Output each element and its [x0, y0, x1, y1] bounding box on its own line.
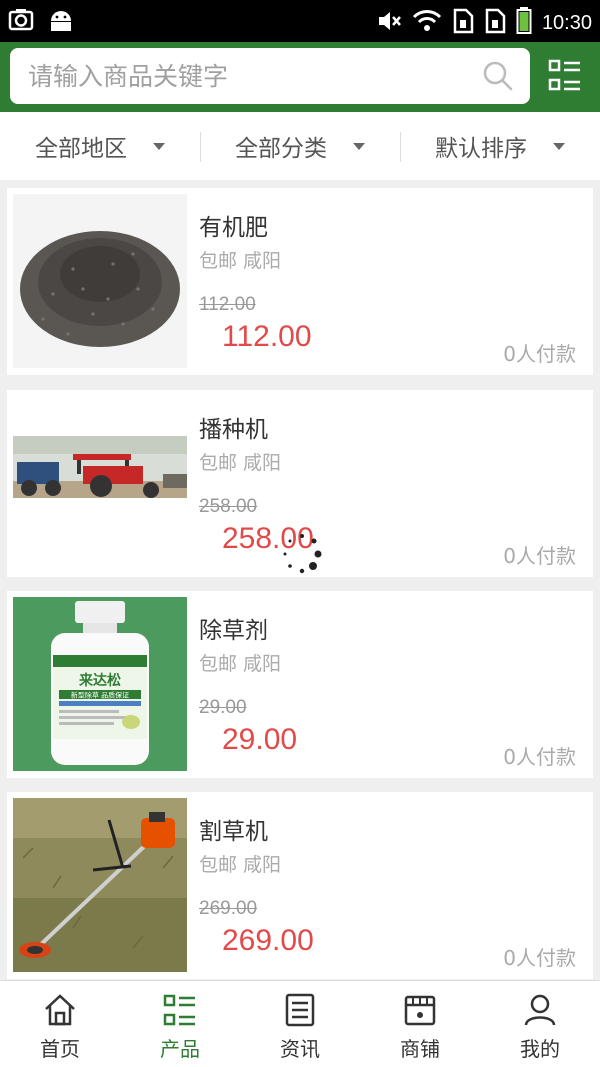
nav-news[interactable]: 资讯 [240, 981, 360, 1067]
product-location: 包邮 咸阳 [199, 854, 282, 876]
product-card[interactable]: 有机肥 包邮 咸阳 112.00 112.00 0人付款 [7, 188, 593, 375]
product-title: 割草机 [199, 819, 268, 845]
product-image-tractor [13, 396, 187, 570]
filter-label: 全部分类 [235, 136, 327, 162]
product-location: 包邮 咸阳 [199, 250, 282, 272]
product-image-fertilizer [13, 194, 187, 368]
nav-label: 产品 [160, 1037, 200, 1061]
paid-count: 0人付款 [503, 342, 576, 366]
shop-icon [404, 995, 436, 1026]
nav-label: 我的 [520, 1037, 560, 1061]
product-title: 除草剂 [199, 618, 268, 644]
filter-category[interactable]: 全部分类 [200, 112, 400, 180]
current-price: 112.00 [222, 320, 312, 353]
app-header [0, 42, 600, 112]
product-title: 有机肥 [199, 215, 268, 241]
nav-products[interactable]: 产品 [120, 981, 240, 1067]
nav-label: 商铺 [400, 1037, 440, 1061]
current-price: 29.00 [222, 723, 298, 756]
camera-icon [8, 7, 34, 37]
nav-shop[interactable]: 商铺 [360, 981, 480, 1067]
filter-region[interactable]: 全部地区 [0, 112, 200, 180]
filter-sort[interactable]: 默认排序 [400, 112, 600, 180]
filter-label: 全部地区 [35, 136, 127, 162]
original-price: 258.00 [199, 496, 258, 517]
product-list-icon [163, 994, 195, 1026]
product-location: 包邮 咸阳 [199, 653, 282, 675]
loading-spinner-icon [280, 532, 324, 576]
filter-bar: 全部地区 全部分类 默认排序 [0, 112, 600, 180]
bottle-brand: 来达松 [78, 672, 121, 689]
dropdown-arrow-icon [153, 142, 165, 150]
paid-count: 0人付款 [503, 544, 576, 568]
home-icon [45, 994, 75, 1026]
product-image-herbicide: 来达松 新型除草 品质保证 [13, 597, 187, 771]
battery-icon [516, 7, 532, 39]
nav-label: 资讯 [280, 1037, 320, 1061]
status-bar: 10:30 [0, 0, 600, 42]
sim1-icon [452, 8, 474, 38]
paid-count: 0人付款 [503, 946, 576, 970]
nav-me[interactable]: 我的 [480, 981, 600, 1067]
news-icon [285, 993, 315, 1027]
product-card[interactable]: 割草机 包邮 咸阳 269.00 269.00 0人付款 [7, 792, 593, 979]
nav-home[interactable]: 首页 [0, 981, 120, 1067]
paid-count: 0人付款 [503, 745, 576, 769]
current-price: 269.00 [222, 924, 314, 957]
wifi-icon [412, 8, 442, 38]
filter-label: 默认排序 [435, 136, 527, 162]
product-location: 包邮 咸阳 [199, 452, 282, 474]
original-price: 269.00 [199, 898, 258, 919]
bottom-navigation: 首页 产品 资讯 商铺 我的 [0, 980, 600, 1067]
mute-icon [376, 8, 402, 38]
search-input[interactable] [28, 48, 468, 104]
product-card[interactable]: 来达松 新型除草 品质保证 除草剂 包邮 咸阳 29.00 29.00 0人付款 [7, 591, 593, 778]
category-menu-icon[interactable] [548, 58, 582, 94]
android-icon [48, 7, 74, 37]
dropdown-arrow-icon [353, 142, 365, 150]
search-bar[interactable] [10, 48, 530, 104]
sim2-icon [484, 8, 506, 38]
dropdown-arrow-icon [553, 142, 565, 150]
product-image-grass-trimmer [13, 798, 187, 972]
nav-label: 首页 [40, 1037, 80, 1061]
user-icon [524, 994, 556, 1026]
bottle-slogan: 新型除草 品质保证 [71, 691, 129, 700]
original-price: 29.00 [199, 697, 247, 718]
search-icon[interactable] [482, 60, 514, 92]
original-price: 112.00 [199, 294, 256, 315]
product-title: 播种机 [199, 417, 268, 443]
status-time: 10:30 [541, 11, 592, 34]
